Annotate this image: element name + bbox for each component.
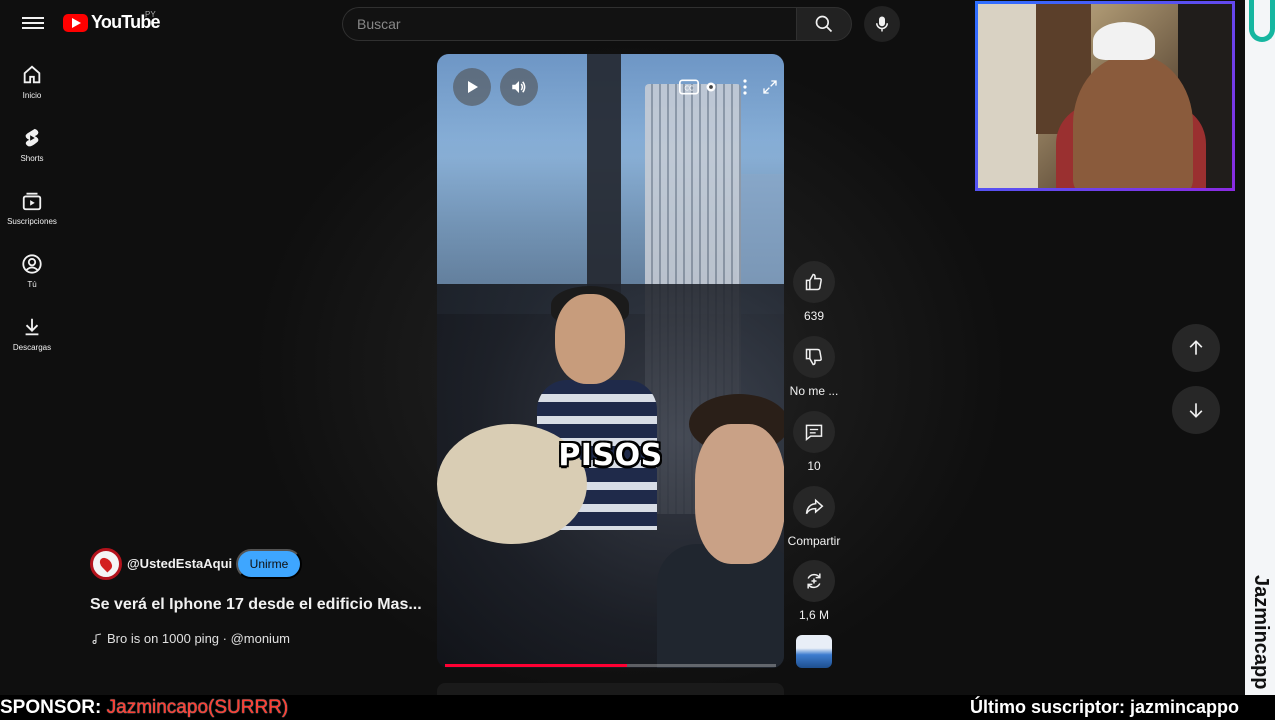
- dislike-button[interactable]: [793, 336, 835, 378]
- sound-name: Bro is on 1000 ping · @monium: [107, 631, 291, 646]
- channel-avatar[interactable]: [90, 548, 122, 580]
- share-label: Compartir: [787, 534, 841, 548]
- join-button[interactable]: Unirme: [236, 549, 302, 579]
- svg-text:CC: CC: [684, 84, 694, 92]
- captions-button[interactable]: CC: [678, 78, 700, 96]
- more-options-button[interactable]: [739, 78, 751, 96]
- channel-handle[interactable]: @UstedEstaAqui: [127, 556, 232, 571]
- account-icon: [22, 254, 42, 274]
- sidebar-item-label: Inicio: [22, 91, 42, 100]
- search-input[interactable]: [342, 7, 796, 41]
- sidebar-item-tu[interactable]: Tú: [0, 253, 64, 289]
- subscriptions-icon: [22, 192, 42, 211]
- stream-logo-mark: [1249, 0, 1275, 42]
- sidebar-item-label: Suscripciones: [7, 217, 57, 226]
- video-progress-bar[interactable]: [445, 664, 776, 667]
- sidebar-item-label: Descargas: [12, 343, 52, 352]
- remix-count: 1,6 M: [798, 608, 829, 622]
- webcam-cap: [1093, 22, 1155, 60]
- download-icon: [25, 318, 39, 336]
- sidebar-item-shorts[interactable]: Shorts: [0, 127, 64, 163]
- remix-button[interactable]: [793, 560, 835, 602]
- play-button[interactable]: [453, 68, 491, 106]
- arrow-down-icon: [1189, 403, 1203, 418]
- arrow-up-icon: [1189, 340, 1203, 355]
- gear-icon: [706, 82, 716, 92]
- sidebar-item-suscripciones[interactable]: Suscripciones: [0, 190, 64, 226]
- last-subscriber-text: Último suscriptor: jazmincappo: [969, 697, 1239, 717]
- expand-icon: [763, 80, 777, 94]
- sidebar-item-label: Tú: [27, 280, 37, 289]
- closed-captions-icon: CC: [679, 79, 699, 95]
- remix-icon: [807, 573, 821, 589]
- comments-action: 10: [784, 411, 844, 473]
- previous-short-button[interactable]: [1172, 324, 1220, 372]
- comment-count: 10: [807, 459, 821, 473]
- video-caption: PISOS: [558, 438, 663, 473]
- like-count: 639: [803, 309, 825, 323]
- menu-button[interactable]: [22, 14, 44, 32]
- youtube-logo-icon: [63, 13, 88, 32]
- video-frame-person: [657, 544, 784, 668]
- sidebar-item-label: Shorts: [20, 154, 44, 163]
- dislike-action: No me ...: [784, 336, 844, 398]
- stream-vertical-name: Jazmincapp: [1250, 575, 1272, 690]
- youtube-page: YouTube PY Inicio Shorts Suscripciones T…: [0, 0, 1245, 695]
- webcam-person: [1073, 54, 1193, 188]
- volume-icon: [512, 81, 526, 93]
- share-action: Compartir: [784, 486, 844, 548]
- sponsor-prefix: SPONSOR:: [0, 697, 107, 718]
- search-icon: [815, 15, 833, 33]
- country-code: PY: [145, 10, 156, 19]
- short-video-player[interactable]: PISOS CC: [437, 54, 784, 668]
- like-action: 639: [784, 261, 844, 323]
- sponsor-text: SPONSOR: Jazmincapo(SURRR): [0, 697, 288, 719]
- video-progress-fill: [445, 664, 628, 667]
- search-button[interactable]: [796, 7, 852, 41]
- search-bar: [342, 7, 852, 41]
- more-vertical-icon: [743, 79, 747, 95]
- comment-icon: [805, 424, 823, 442]
- thumbs-up-icon: [805, 273, 822, 291]
- video-frame-person: [555, 294, 625, 384]
- sidebar-item-inicio[interactable]: Inicio: [0, 64, 64, 100]
- dislike-label: No me ...: [789, 384, 839, 398]
- like-button[interactable]: [793, 261, 835, 303]
- share-icon: [805, 498, 824, 515]
- voice-search-button[interactable]: [864, 6, 900, 42]
- thumbs-down-icon: [805, 348, 822, 366]
- volume-button[interactable]: [500, 68, 538, 106]
- next-video-peek: [437, 683, 784, 695]
- webcam-wall: [978, 4, 1038, 188]
- microphone-icon: [876, 16, 888, 32]
- comments-button[interactable]: [793, 411, 835, 453]
- sidebar-item-descargas[interactable]: Descargas: [0, 316, 64, 352]
- settings-button[interactable]: [701, 78, 721, 96]
- streamer-webcam: [975, 1, 1235, 191]
- share-button[interactable]: [793, 486, 835, 528]
- sound-link[interactable]: Bro is on 1000 ping · @monium: [91, 631, 290, 646]
- music-note-icon: [92, 633, 102, 644]
- shorts-icon: [25, 128, 39, 147]
- next-short-button[interactable]: [1172, 386, 1220, 434]
- play-icon: [468, 81, 478, 93]
- home-icon: [23, 65, 41, 84]
- fullscreen-button[interactable]: [760, 78, 780, 96]
- remix-action: 1,6 M: [784, 560, 844, 622]
- video-title[interactable]: Se verá el Iphone 17 desde el edificio M…: [90, 596, 422, 614]
- sponsor-name: Jazmincapo(SURRR): [106, 697, 289, 718]
- sound-thumbnail[interactable]: [796, 635, 832, 668]
